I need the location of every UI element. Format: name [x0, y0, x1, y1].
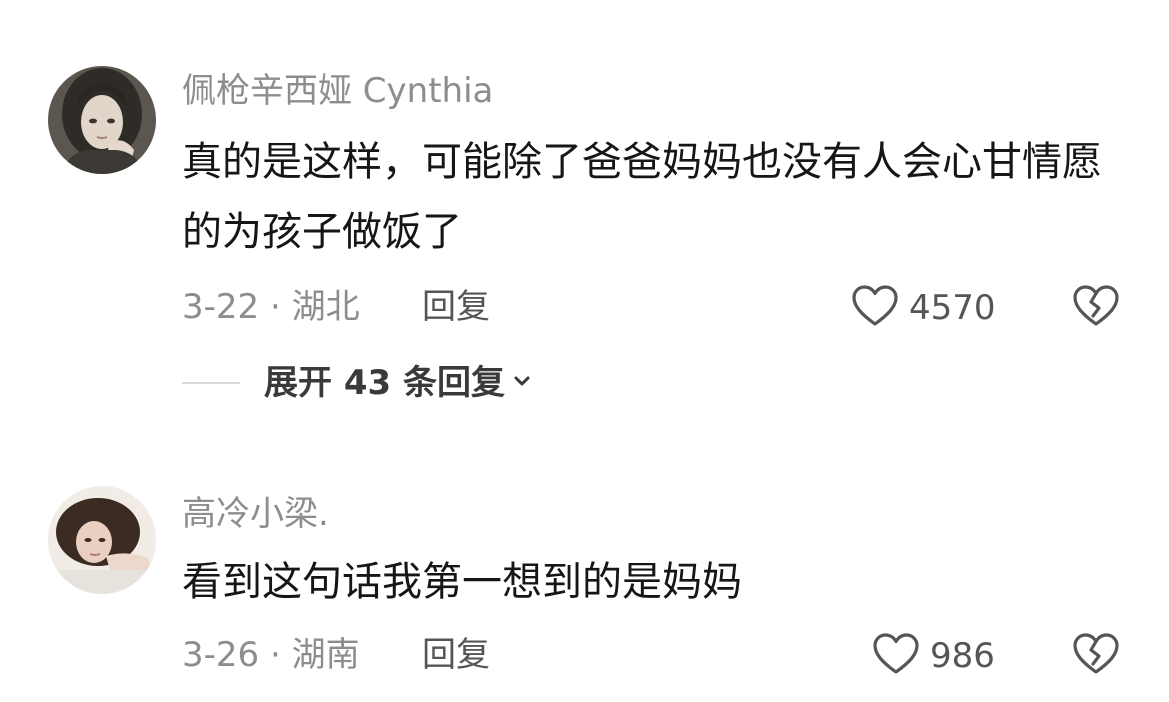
reply-button[interactable]: 回复	[422, 638, 490, 672]
comment-text: 看到这句话我第一想到的是妈妈	[182, 559, 742, 605]
expand-replies-label: 展开 43 条回复	[264, 363, 505, 403]
like-button[interactable]: 986	[872, 632, 995, 680]
broken-heart-icon	[1072, 285, 1120, 332]
heart-outline-icon	[851, 284, 899, 332]
user-avatar[interactable]	[48, 66, 156, 174]
reply-button[interactable]: 回复	[422, 290, 490, 324]
dislike-button[interactable]	[1072, 284, 1120, 332]
avatar-woman-lying-icon	[48, 486, 156, 594]
comment-text: 真的是这样，可能除了爸爸妈妈也没有人会心甘情愿的为孩子做饭了	[182, 139, 1102, 255]
comment-username[interactable]: 高冷小梁.	[182, 497, 329, 531]
heart-outline-icon	[872, 632, 920, 680]
user-avatar[interactable]	[48, 486, 156, 594]
comment-date-location: 3-26 · 湖南	[182, 635, 360, 675]
comment-username[interactable]: 佩枪辛西娅 Cynthia	[182, 74, 493, 108]
dislike-button[interactable]	[1072, 632, 1120, 680]
expand-divider	[182, 382, 240, 384]
like-count: 4570	[909, 288, 996, 328]
expand-replies-button[interactable]: 展开 43 条回复	[182, 366, 533, 400]
like-button[interactable]: 4570	[851, 284, 996, 332]
like-count: 986	[930, 636, 995, 676]
comment-date-location: 3-22 · 湖北	[182, 287, 360, 327]
chevron-down-icon	[511, 370, 533, 396]
broken-heart-icon	[1072, 633, 1120, 680]
avatar-woman-dark-hair-icon	[48, 66, 156, 174]
